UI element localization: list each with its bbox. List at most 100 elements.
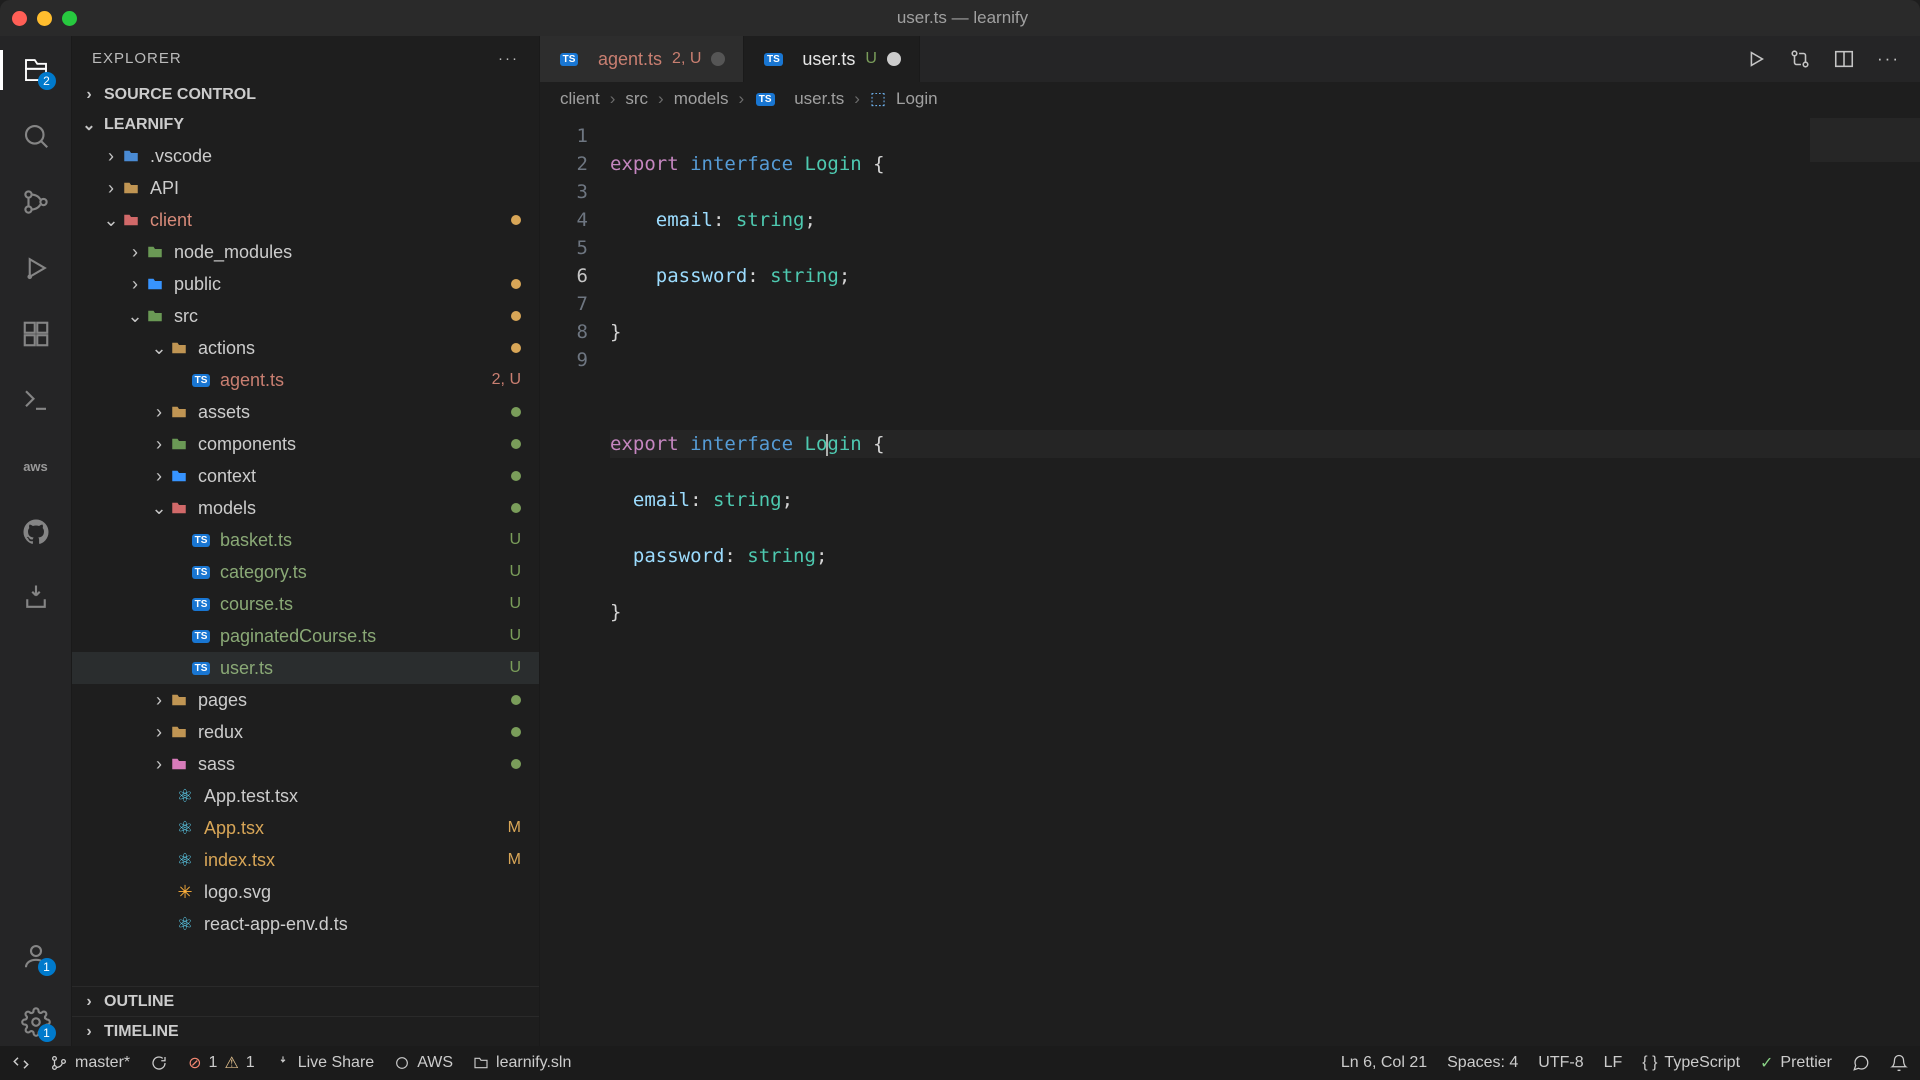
breadcrumb-item[interactable]: user.ts (794, 89, 844, 109)
breadcrumb-item[interactable]: models (674, 89, 729, 109)
tree-file-paginated-course-ts[interactable]: TSpaginatedCourse.tsU (72, 620, 539, 652)
tree-folder-sass[interactable]: ›sass (72, 748, 539, 780)
language-mode-button[interactable]: { } TypeScript (1642, 1054, 1740, 1072)
minimap[interactable] (1810, 116, 1920, 1046)
window-minimize-button[interactable] (37, 11, 52, 26)
react-file-icon: ⚛ (174, 785, 196, 807)
tree-label: pages (198, 690, 503, 711)
folder-icon (120, 177, 142, 199)
tree-file-basket-ts[interactable]: TSbasket.tsU (72, 524, 539, 556)
tree-label: .vscode (150, 146, 521, 167)
tree-file-logo-svg[interactable]: ✳logo.svg (72, 876, 539, 908)
window-close-button[interactable] (12, 11, 27, 26)
window-maximize-button[interactable] (62, 11, 77, 26)
tab-label: user.ts (802, 49, 855, 70)
typescript-file-icon: TS (190, 593, 212, 615)
tree-folder-api[interactable]: ›API (72, 172, 539, 204)
line-number: 3 (540, 178, 588, 206)
live-share-button[interactable]: Live Share (275, 1054, 375, 1072)
code-content[interactable]: export interface Login { email: string; … (610, 116, 1920, 1046)
notifications-icon[interactable] (1890, 1054, 1908, 1072)
git-compare-icon[interactable] (1789, 48, 1811, 70)
explorer-more-icon[interactable]: ··· (498, 50, 519, 67)
encoding-button[interactable]: UTF-8 (1538, 1054, 1583, 1072)
outline-section[interactable]: ›OUTLINE (72, 986, 539, 1016)
tree-folder-pages[interactable]: ›pages (72, 684, 539, 716)
project-section[interactable]: ⌄LEARNIFY (72, 110, 539, 140)
activity-extensions[interactable] (12, 310, 60, 358)
cursor-position[interactable]: Ln 6, Col 21 (1341, 1054, 1427, 1072)
spaces-label: Spaces: 4 (1447, 1054, 1518, 1072)
tree-folder-models[interactable]: ⌄models (72, 492, 539, 524)
activity-search[interactable] (12, 112, 60, 160)
activity-settings[interactable]: 1 (12, 998, 60, 1046)
code-editor[interactable]: 1 2 3 4 5 6 7 8 9 export interface Login… (540, 116, 1920, 1046)
tree-file-course-ts[interactable]: TScourse.tsU (72, 588, 539, 620)
tree-folder-context[interactable]: ›context (72, 460, 539, 492)
account-badge: 1 (38, 958, 56, 976)
solution-button[interactable]: learnify.sln (473, 1054, 571, 1072)
tree-folder-assets[interactable]: ›assets (72, 396, 539, 428)
activity-bar: 2 aws 1 1 (0, 36, 72, 1046)
aws-label: AWS (417, 1054, 453, 1072)
typescript-file-icon: TS (762, 48, 784, 70)
activity-run-debug[interactable] (12, 244, 60, 292)
tab-user-ts[interactable]: TS user.ts U (744, 36, 920, 82)
symbol-interface-icon: ⬚ (870, 89, 886, 109)
sync-button[interactable] (150, 1054, 168, 1072)
tree-folder-vscode[interactable]: ›.vscode (72, 140, 539, 172)
breadcrumbs[interactable]: client› src› models› TS user.ts› ⬚ Login (540, 82, 1920, 116)
tree-folder-src[interactable]: ⌄src (72, 300, 539, 332)
minimap-viewport[interactable] (1810, 118, 1920, 162)
feedback-icon[interactable] (1852, 1054, 1870, 1072)
tree-file-agent-ts[interactable]: TSagent.ts2, U (72, 364, 539, 396)
tree-folder-redux[interactable]: ›redux (72, 716, 539, 748)
tree-file-index-tsx[interactable]: ⚛index.tsxM (72, 844, 539, 876)
activity-account[interactable]: 1 (12, 932, 60, 980)
position-label: Ln 6, Col 21 (1341, 1054, 1427, 1072)
tree-label: course.ts (220, 594, 509, 615)
tab-agent-ts[interactable]: TS agent.ts 2, U (540, 36, 744, 82)
breadcrumb-item[interactable]: src (625, 89, 648, 109)
tab-close-icon[interactable] (711, 52, 725, 66)
typescript-file-icon: TS (754, 88, 776, 110)
tree-folder-node-modules[interactable]: ›node_modules (72, 236, 539, 268)
run-icon[interactable] (1745, 48, 1767, 70)
git-branch-button[interactable]: master* (50, 1054, 130, 1072)
git-status-dot (511, 407, 521, 417)
timeline-section[interactable]: ›TIMELINE (72, 1016, 539, 1046)
tab-unsaved-dot-icon[interactable] (887, 52, 901, 66)
breadcrumb-item[interactable]: Login (896, 89, 938, 109)
tree-file-app-tsx[interactable]: ⚛App.tsxM (72, 812, 539, 844)
tree-file-category-ts[interactable]: TScategory.tsU (72, 556, 539, 588)
encoding-label: UTF-8 (1538, 1054, 1583, 1072)
activity-aws[interactable]: aws (12, 442, 60, 490)
line-number: 7 (540, 290, 588, 318)
tree-folder-client[interactable]: ⌄client (72, 204, 539, 236)
indentation-button[interactable]: Spaces: 4 (1447, 1054, 1518, 1072)
eol-button[interactable]: LF (1604, 1054, 1623, 1072)
aws-port-button[interactable]: AWS (394, 1054, 453, 1072)
git-badge: U (509, 563, 521, 581)
tree-file-user-ts[interactable]: TSuser.tsU (72, 652, 539, 684)
tree-file-app-test-tsx[interactable]: ⚛App.test.tsx (72, 780, 539, 812)
source-control-section[interactable]: ›SOURCE CONTROL (72, 80, 539, 110)
activity-terminal-icon[interactable] (12, 376, 60, 424)
remote-button[interactable] (12, 1054, 30, 1072)
warning-count: 1 (246, 1054, 255, 1072)
tree-file-react-app-env[interactable]: ⚛react-app-env.d.ts (72, 908, 539, 940)
breadcrumb-item[interactable]: client (560, 89, 600, 109)
activity-github[interactable] (12, 508, 60, 556)
activity-live-share-icon[interactable] (12, 574, 60, 622)
activity-explorer[interactable]: 2 (12, 46, 60, 94)
chevron-right-icon: › (658, 89, 664, 109)
tree-folder-public[interactable]: ›public (72, 268, 539, 300)
tree-folder-components[interactable]: ›components (72, 428, 539, 460)
more-actions-icon[interactable]: ··· (1877, 49, 1900, 69)
activity-source-control[interactable] (12, 178, 60, 226)
split-editor-icon[interactable] (1833, 48, 1855, 70)
tree-label: agent.ts (220, 370, 492, 391)
problems-button[interactable]: ⊘1 ⚠1 (188, 1053, 255, 1073)
prettier-button[interactable]: ✓ Prettier (1760, 1053, 1832, 1073)
tree-folder-actions[interactable]: ⌄actions (72, 332, 539, 364)
